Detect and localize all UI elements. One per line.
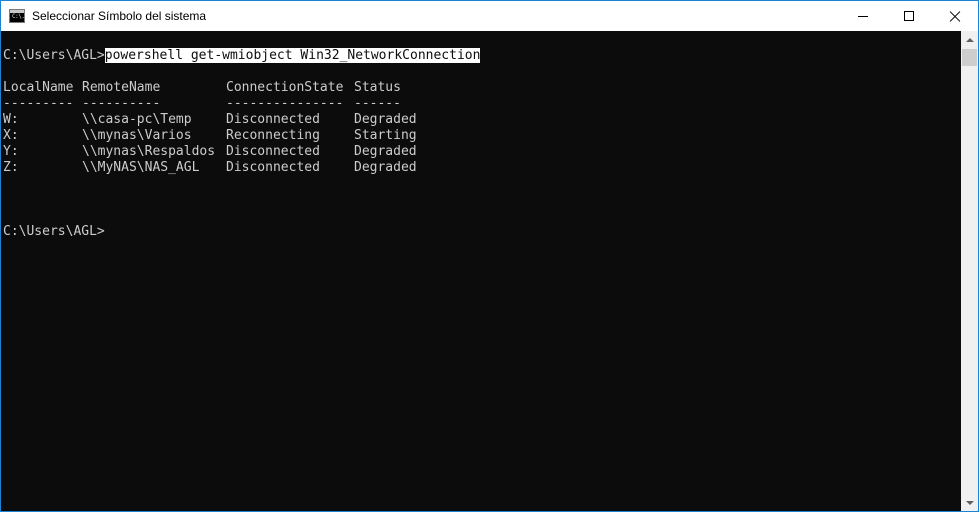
cmd-icon[interactable]: C:\. — [9, 9, 25, 23]
console-output[interactable]: C:\Users\AGL>powershell get-wmiobject Wi… — [1, 31, 961, 511]
command-line: C:\Users\AGL>powershell get-wmiobject Wi… — [3, 48, 481, 64]
cell-status: Starting — [354, 128, 417, 143]
vertical-scrollbar[interactable] — [961, 31, 978, 511]
close-icon — [949, 10, 961, 22]
scroll-down-button[interactable] — [961, 494, 978, 511]
table-row: Z: \\MyNAS\NAS_AGL Disconnected Degraded — [3, 160, 417, 176]
table-header: LocalName RemoteName ConnectionState Sta… — [3, 80, 401, 96]
separator-connectionstate: --------------- — [226, 96, 344, 111]
cell-localname: Y: — [3, 144, 19, 159]
cell-remotename: \\casa-pc\Temp — [82, 112, 192, 127]
console-window: C:\. Seleccionar Símbolo del sistema C:\… — [0, 0, 979, 512]
selected-command[interactable]: powershell get-wmiobject Win32_NetworkCo… — [104, 48, 481, 63]
scroll-down-arrow-icon — [965, 500, 974, 505]
prompt: C:\Users\AGL> — [3, 48, 105, 63]
window-title: Seleccionar Símbolo del sistema — [32, 9, 207, 23]
prompt-line: C:\Users\AGL> — [3, 224, 105, 240]
close-button[interactable] — [932, 1, 978, 31]
separator-remotename: ---------- — [82, 96, 161, 111]
table-separator: --------- ---------- --------------- ---… — [3, 96, 401, 112]
cell-localname: W: — [3, 112, 19, 127]
header-status: Status — [354, 80, 401, 95]
separator-localname: --------- — [3, 96, 74, 111]
cell-localname: Z: — [3, 160, 19, 175]
prompt: C:\Users\AGL> — [3, 224, 105, 239]
cell-remotename: \\mynas\Respaldos — [82, 144, 216, 159]
minimize-button[interactable] — [840, 1, 886, 31]
cell-connectionstate: Disconnected — [226, 112, 320, 127]
cell-connectionstate: Disconnected — [226, 160, 320, 175]
header-connectionstate: ConnectionState — [226, 80, 344, 95]
cell-connectionstate: Disconnected — [226, 144, 320, 159]
cell-status: Degraded — [354, 160, 417, 175]
maximize-icon — [904, 11, 914, 21]
separator-status: ------ — [354, 96, 401, 111]
header-localname: LocalName — [3, 80, 74, 95]
scroll-up-button[interactable] — [961, 31, 978, 48]
cell-remotename: \\mynas\Varios — [82, 128, 192, 143]
title-bar[interactable]: C:\. Seleccionar Símbolo del sistema — [1, 1, 978, 31]
table-row: W: \\casa-pc\Temp Disconnected Degraded — [3, 112, 417, 128]
cell-localname: X: — [3, 128, 19, 143]
table-row: X: \\mynas\Varios Reconnecting Starting — [3, 128, 417, 144]
cell-connectionstate: Reconnecting — [226, 128, 320, 143]
cell-status: Degraded — [354, 112, 417, 127]
minimize-icon — [858, 15, 868, 17]
cell-remotename: \\MyNAS\NAS_AGL — [82, 160, 200, 175]
maximize-button[interactable] — [886, 1, 932, 31]
scroll-up-arrow-icon — [965, 37, 974, 42]
header-remotename: RemoteName — [82, 80, 161, 95]
table-row: Y: \\mynas\Respaldos Disconnected Degrad… — [3, 144, 417, 160]
scrollbar-thumb[interactable] — [962, 49, 977, 66]
cell-status: Degraded — [354, 144, 417, 159]
